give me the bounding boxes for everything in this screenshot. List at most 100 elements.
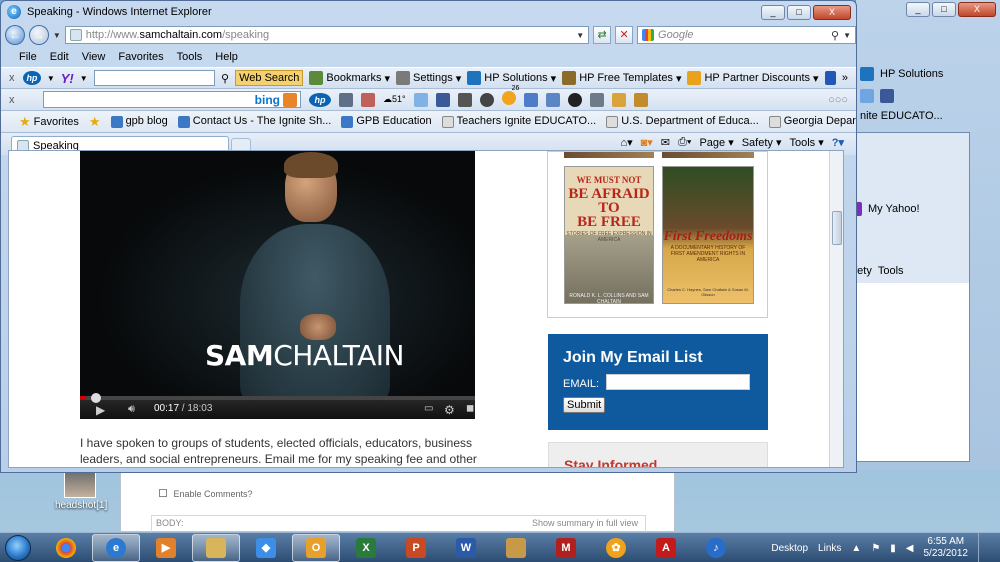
- taskbar-people[interactable]: [492, 534, 540, 562]
- yahoo-search-input[interactable]: [93, 70, 216, 86]
- captions-icon[interactable]: ▭: [424, 403, 433, 414]
- menu-view[interactable]: View: [82, 51, 106, 63]
- book-cover-we-must-not-be-afraid[interactable]: WE MUST NOT BE AFRAID TO BE FREE STORIES…: [564, 166, 654, 305]
- play-icon[interactable]: ▶: [96, 403, 105, 417]
- video-icon[interactable]: [589, 92, 604, 107]
- flag-icon[interactable]: ⚑: [871, 543, 880, 554]
- menu-tools[interactable]: Tools: [177, 51, 203, 63]
- fav-item-gpb-blog[interactable]: gpb blog: [110, 115, 168, 128]
- safety-menu[interactable]: Safety ▾: [742, 136, 782, 149]
- chat-icon[interactable]: [545, 92, 560, 107]
- menu-help[interactable]: Help: [215, 51, 238, 63]
- network-icon[interactable]: ▮: [890, 543, 896, 554]
- taskbar-flower[interactable]: ✿: [592, 534, 640, 562]
- taskbar-media[interactable]: ▶: [142, 534, 190, 562]
- minimize-icon[interactable]: _: [906, 2, 930, 17]
- web-search-button[interactable]: Web Search: [235, 70, 304, 86]
- bookmarks-button[interactable]: Bookmarks ▾: [309, 71, 390, 85]
- fullscreen-icon[interactable]: ◼: [466, 403, 474, 414]
- block-icon[interactable]: [567, 92, 582, 107]
- editor-body-field[interactable]: BODY: Show summary in full view: [151, 515, 646, 533]
- blog-editor-window[interactable]: Enable Comments? BODY: Show summary in f…: [120, 470, 675, 533]
- taskbar-powerpoint[interactable]: P: [392, 534, 440, 562]
- favorites-button[interactable]: ★ Favorites: [19, 114, 79, 130]
- tools-menu[interactable]: Tools ▾: [789, 136, 823, 149]
- hp-dropdown-icon[interactable]: ▼: [47, 74, 55, 83]
- taskbar-mcafee[interactable]: M: [542, 534, 590, 562]
- facebook-icon[interactable]: [435, 92, 450, 107]
- video-player[interactable]: SAMCHALTAIN ▶ 🔊︎ 00:17 / 18:03 ▭ ⚙ ◼: [80, 151, 475, 419]
- toolbar-overflow-icon[interactable]: »: [842, 72, 848, 84]
- print-icon[interactable]: ⎙▾: [678, 136, 691, 149]
- background-tools[interactable]: Tools: [878, 265, 904, 277]
- enable-comments-checkbox[interactable]: [159, 489, 167, 497]
- bing-toolbar-close-icon[interactable]: x: [9, 94, 19, 106]
- taskbar-itunes[interactable]: ♪: [692, 534, 740, 562]
- refresh-button[interactable]: ⇄: [593, 26, 612, 44]
- settings-button[interactable]: Settings ▾: [395, 71, 461, 85]
- shopping-icon[interactable]: [457, 92, 472, 107]
- megaphone-icon[interactable]: [633, 92, 648, 107]
- address-dropdown-icon[interactable]: ▼: [576, 31, 584, 40]
- add-favorite-icon[interactable]: ★: [89, 114, 101, 130]
- taskbar-acrobat[interactable]: A: [642, 534, 690, 562]
- toolbar-close-icon[interactable]: x: [9, 72, 17, 84]
- bing-overflow-icon[interactable]: ○○○: [828, 94, 848, 106]
- tag-icon[interactable]: [611, 92, 626, 107]
- volume-icon[interactable]: 🔊︎: [128, 403, 135, 416]
- maximize-icon[interactable]: □: [932, 2, 956, 17]
- book-cover-first-freedoms[interactable]: First Freedoms A DOCUMENTARY HISTORY OF …: [662, 166, 754, 304]
- fav-item-us-dept-education[interactable]: U.S. Department of Educa...: [606, 115, 759, 128]
- page-content[interactable]: SAMCHALTAIN ▶ 🔊︎ 00:17 / 18:03 ▭ ⚙ ◼ I h…: [8, 150, 844, 468]
- taskbar-dropbox[interactable]: ◆: [242, 534, 290, 562]
- back-button[interactable]: ←: [5, 25, 25, 45]
- address-bar[interactable]: http://www.samchaltain.com/speaking ▼: [64, 26, 590, 44]
- sun-icon[interactable]: 26: [501, 85, 519, 108]
- tray-overflow-icon[interactable]: ▲: [851, 543, 861, 554]
- add-tool-icon[interactable]: [824, 71, 836, 85]
- weather-icon[interactable]: ☁51°: [383, 94, 406, 105]
- read-mail-icon[interactable]: ✉: [661, 136, 670, 149]
- background-hp-solutions[interactable]: HP Solutions: [880, 68, 943, 80]
- start-button[interactable]: [0, 533, 36, 562]
- taskbar-explorer[interactable]: [192, 533, 240, 562]
- maximize-button[interactable]: □: [787, 4, 811, 20]
- taskbar-outlook[interactable]: O: [292, 533, 340, 562]
- background-window-2[interactable]: My Yahoo! afety Tools: [845, 132, 970, 462]
- help-icon[interactable]: ?▾: [832, 136, 844, 149]
- taskbar-chrome[interactable]: [42, 534, 90, 562]
- search-dropdown-icon[interactable]: ▼: [843, 31, 851, 40]
- calendar-icon[interactable]: [361, 92, 375, 107]
- video-scrubber-handle[interactable]: [91, 393, 102, 403]
- taskbar-excel[interactable]: X: [342, 534, 390, 562]
- fav-item-georgia-dept[interactable]: Georgia Department of Ed...: [768, 115, 856, 128]
- home-icon[interactable]: ⌂▾: [620, 136, 632, 149]
- page-scrollbar[interactable]: [829, 151, 843, 467]
- rss-icon[interactable]: ◙▾: [641, 136, 653, 149]
- yahoo-search-icon[interactable]: ⚲: [221, 72, 229, 85]
- fav-item-teachers-ignite[interactable]: Teachers Ignite EDUCATO...: [441, 115, 596, 128]
- clock[interactable]: 6:55 AM 5/23/2012: [924, 536, 969, 560]
- show-summary-label[interactable]: Show summary in full view: [532, 518, 638, 528]
- stop-button[interactable]: ✕: [615, 26, 634, 44]
- eye-icon[interactable]: [479, 92, 494, 107]
- yahoo-dropdown-icon[interactable]: ▼: [80, 74, 88, 83]
- news-icon[interactable]: [339, 92, 353, 107]
- fav-item-gpb-education[interactable]: GPB Education: [341, 115, 432, 128]
- search-box[interactable]: Google ⚲ ▼: [637, 26, 856, 44]
- search-magnifier-icon[interactable]: ⚲: [831, 29, 839, 42]
- menu-file[interactable]: File: [19, 51, 37, 63]
- mail-icon[interactable]: [413, 92, 428, 107]
- show-desktop-button[interactable]: [978, 533, 992, 562]
- fav-item-contact-us[interactable]: Contact Us - The Ignite Sh...: [177, 115, 331, 128]
- taskbar-word[interactable]: W: [442, 534, 490, 562]
- gear-icon[interactable]: ⚙: [444, 403, 455, 417]
- hp-free-templates-button[interactable]: HP Free Templates ▾: [562, 71, 681, 85]
- hp-solutions-button[interactable]: HP Solutions ▾: [467, 71, 556, 85]
- scrollbar-thumb[interactable]: [832, 211, 842, 245]
- yahoo-logo-icon[interactable]: Y!: [61, 71, 74, 86]
- page-menu[interactable]: Page ▾: [699, 136, 733, 149]
- background-fav-item[interactable]: nite EDUCATO...: [860, 110, 943, 122]
- minimize-button[interactable]: _: [761, 4, 785, 20]
- bing-search-input[interactable]: bing: [43, 91, 301, 108]
